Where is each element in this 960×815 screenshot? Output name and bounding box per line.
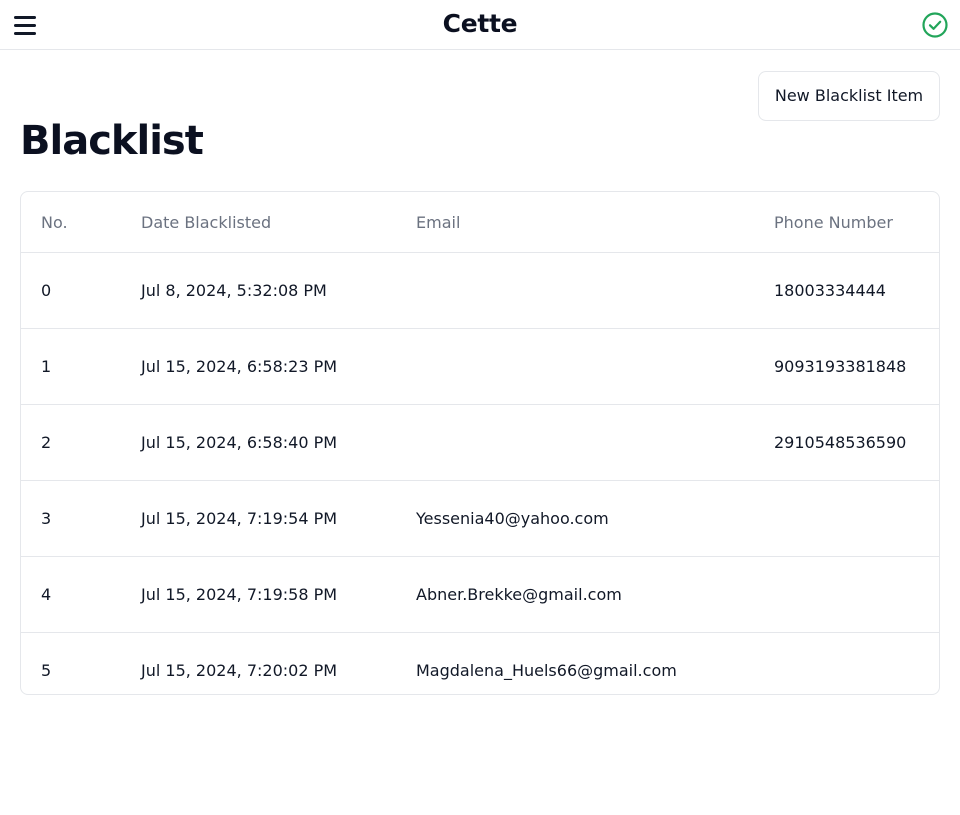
cell-email xyxy=(396,252,754,329)
cell-email: Abner.Brekke@gmail.com xyxy=(396,556,754,633)
page-title: Blacklist xyxy=(20,118,204,164)
table-header-row: No. Date Blacklisted Email Phone Number xyxy=(21,192,939,253)
table-row[interactable]: 0 Jul 8, 2024, 5:32:08 PM 18003334444 xyxy=(21,252,939,329)
cell-date: Jul 8, 2024, 5:32:08 PM xyxy=(121,252,396,329)
cell-no: 3 xyxy=(21,480,121,557)
top-navigation-bar: Cette xyxy=(0,0,960,50)
cell-date: Jul 15, 2024, 7:19:58 PM xyxy=(121,556,396,633)
table-row[interactable]: 5 Jul 15, 2024, 7:20:02 PM Magdalena_Hue… xyxy=(21,633,939,695)
table-row[interactable]: 4 Jul 15, 2024, 7:19:58 PM Abner.Brekke@… xyxy=(21,556,939,633)
cell-date: Jul 15, 2024, 7:19:54 PM xyxy=(121,480,396,557)
cell-no: 2 xyxy=(21,404,121,481)
app-title: Cette xyxy=(442,9,518,38)
cell-phone: 18003334444 xyxy=(754,252,939,329)
column-header-no[interactable]: No. xyxy=(21,192,121,253)
check-circle-icon xyxy=(922,12,948,38)
cell-email: Yessenia40@yahoo.com xyxy=(396,480,754,557)
cell-no: 4 xyxy=(21,556,121,633)
cell-email xyxy=(396,404,754,481)
cell-date: Jul 15, 2024, 7:20:02 PM xyxy=(141,661,338,680)
column-header-phone-number[interactable]: Phone Number xyxy=(754,192,939,253)
cell-no: 5 xyxy=(41,661,52,680)
column-header-email[interactable]: Email xyxy=(396,192,754,253)
cell-email: Magdalena_Huels66@gmail.com xyxy=(416,661,677,680)
cell-phone xyxy=(754,633,939,695)
cell-date: Jul 15, 2024, 6:58:23 PM xyxy=(121,328,396,405)
cell-phone xyxy=(754,480,939,557)
cell-no: 1 xyxy=(21,328,121,405)
cell-phone: 9093193381848 xyxy=(754,328,939,405)
cell-no: 0 xyxy=(21,252,121,329)
table-row[interactable]: 1 Jul 15, 2024, 6:58:23 PM 9093193381848 xyxy=(21,328,939,405)
table-row[interactable]: 2 Jul 15, 2024, 6:58:40 PM 2910548536590 xyxy=(21,404,939,481)
cell-date: Jul 15, 2024, 6:58:40 PM xyxy=(121,404,396,481)
blacklist-table: No. Date Blacklisted Email Phone Number … xyxy=(21,192,939,695)
new-blacklist-item-button[interactable]: New Blacklist Item xyxy=(758,71,940,121)
cell-email xyxy=(396,328,754,405)
cell-phone: 2910548536590 xyxy=(754,404,939,481)
cell-phone xyxy=(754,556,939,633)
column-header-date-blacklisted[interactable]: Date Blacklisted xyxy=(121,192,396,253)
blacklist-table-card: No. Date Blacklisted Email Phone Number … xyxy=(20,191,940,695)
table-row[interactable]: 3 Jul 15, 2024, 7:19:54 PM Yessenia40@ya… xyxy=(21,480,939,557)
